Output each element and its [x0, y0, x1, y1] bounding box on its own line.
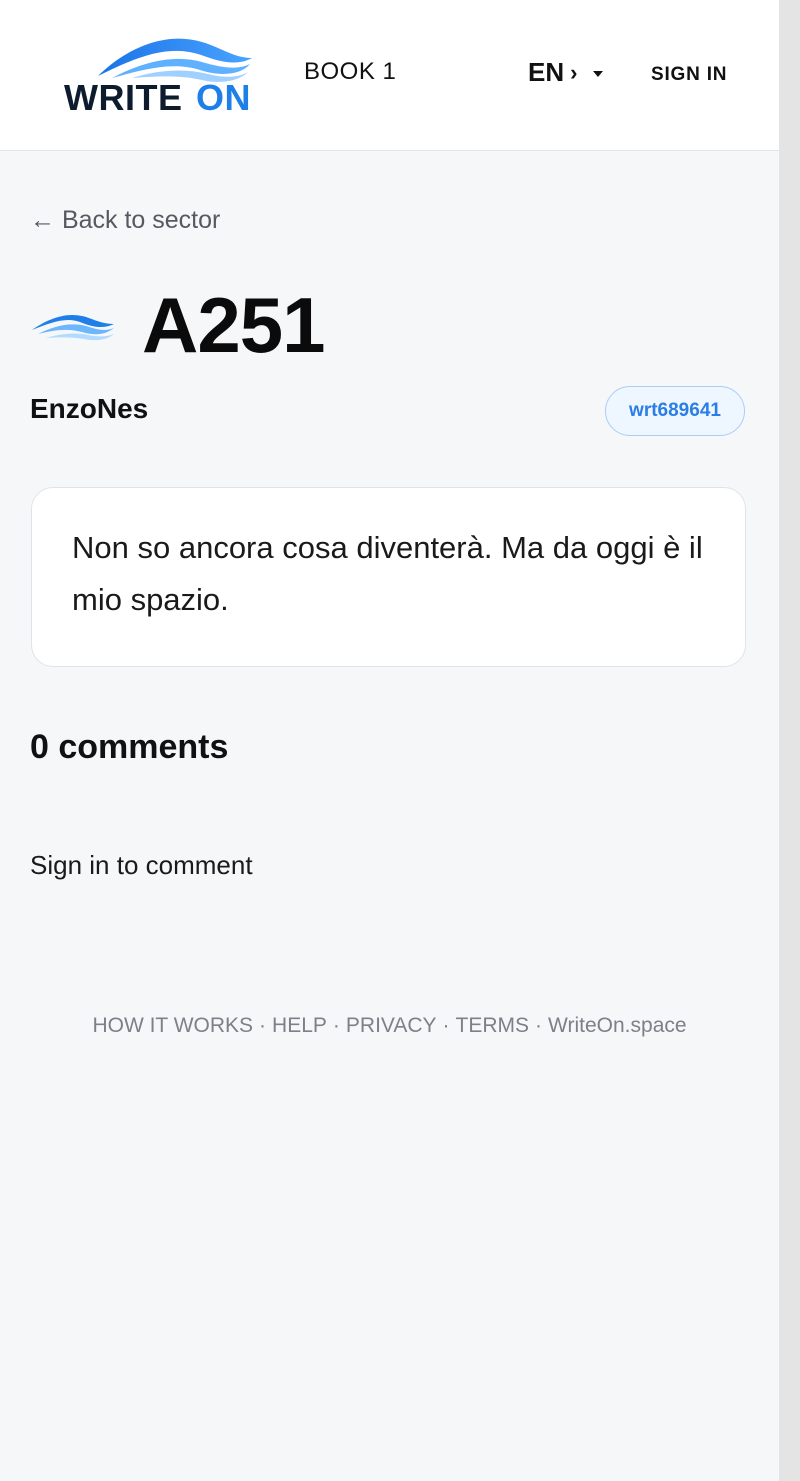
book-link[interactable]: BOOK 1 [304, 58, 396, 86]
footer-link-help[interactable]: HELP [272, 1014, 327, 1037]
sign-in-to-comment-link[interactable]: Sign in to comment [30, 850, 253, 881]
footer-separator: · [535, 1014, 543, 1037]
author-name: EnzoNes [30, 393, 149, 424]
footer: HOW IT WORKS · HELP · PRIVACY · TERMS · WriteOn.… [0, 1014, 779, 1038]
writer-id-badge[interactable]: wrt689641 [605, 386, 745, 436]
footer-separator: · [442, 1014, 450, 1037]
back-to-sector-link[interactable]: ← Back to sector [30, 206, 220, 235]
post-card: Non so ancora cosa diventerà. Ma da oggi… [31, 487, 746, 667]
post-title: A251 [142, 280, 325, 369]
sign-in-button[interactable]: SIGN IN [651, 64, 727, 86]
writeon-logo[interactable]: WRITE ON [62, 32, 288, 114]
wave-icon [32, 314, 114, 341]
svg-text:ON: ON [196, 77, 251, 114]
footer-link-how-it-works[interactable]: HOW IT WORKS [92, 1014, 253, 1037]
footer-link-privacy[interactable]: PRIVACY [346, 1014, 437, 1037]
footer-separator: · [259, 1014, 267, 1037]
language-selector[interactable]: EN › [528, 57, 604, 88]
post-body: Non so ancora cosa diventerà. Ma da oggi… [72, 530, 703, 617]
language-code: EN [528, 57, 565, 87]
comments-heading: 0 comments [30, 728, 229, 766]
caret-down-icon [593, 70, 604, 77]
chevron-right-icon: › [570, 59, 578, 85]
top-bar: WRITE ON BOOK 1 EN › SIGN IN [0, 0, 779, 151]
footer-link-terms[interactable]: TERMS [456, 1014, 530, 1037]
scrollbar[interactable] [779, 0, 800, 1481]
svg-text:WRITE: WRITE [64, 77, 182, 114]
footer-separator: · [332, 1014, 340, 1037]
logo-wave-icon: WRITE ON [64, 38, 252, 114]
post-title-row: A251 [30, 281, 325, 369]
page: WRITE ON BOOK 1 EN › SIGN IN ← Back to s… [0, 0, 779, 1481]
footer-link-site[interactable]: WriteOn.space [548, 1014, 687, 1037]
